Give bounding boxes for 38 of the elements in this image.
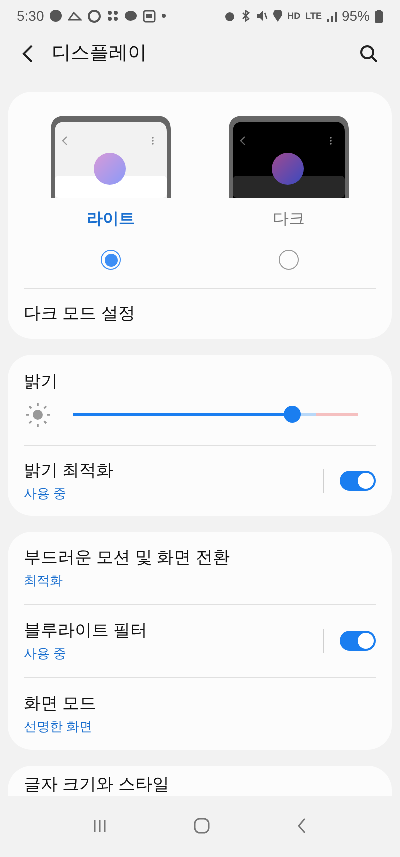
sun-icon [24,400,52,428]
setting-status: 선명한 화면 [24,718,94,736]
setting-title: 블루라이트 필터 [24,620,149,642]
location-icon [272,10,283,22]
network-label: LTE [306,12,322,20]
setting-status: 최적화 [24,572,64,590]
battery-icon [375,10,383,22]
search-icon[interactable] [360,45,378,63]
app-icon [143,10,156,22]
grid-icon [107,10,120,22]
bluetooth-icon [240,10,251,22]
dot-icon [162,14,166,18]
radio-button[interactable] [101,250,121,270]
toggle-switch[interactable] [340,630,376,650]
recent-apps-icon[interactable] [93,819,108,834]
setting-title: 밝기 [23,371,59,393]
brightness-slider[interactable] [73,406,358,424]
toggle-switch[interactable] [340,470,376,490]
battery-percent: 95% [342,6,370,26]
page-title: 디스플레이 [52,42,148,66]
slider-thumb[interactable] [284,406,302,423]
home-icon[interactable] [194,818,210,834]
theme-label[interactable]: 라이트 [87,208,135,232]
mute-icon [256,10,268,22]
network-label: HD [288,12,301,20]
status-time: 5:30 [17,6,44,26]
chat-icon [88,10,102,22]
setting-title: 밝기 최적화 [24,460,115,482]
setting-title: 화면 모드 [24,693,98,715]
signal-icon [326,10,337,22]
radio-button[interactable] [279,250,299,270]
setting-status: 사용 중 [24,484,68,502]
theme-label[interactable]: 다크 [273,208,305,232]
setting-status: 사용 중 [24,644,68,662]
setting-title: 부드러운 모션 및 화면 전환 [24,547,231,569]
setting-title[interactable]: 다크 모드 설정 [24,301,136,327]
setting-title[interactable]: 글자 크기와 스타일 [24,774,170,794]
back-icon[interactable] [22,45,34,63]
